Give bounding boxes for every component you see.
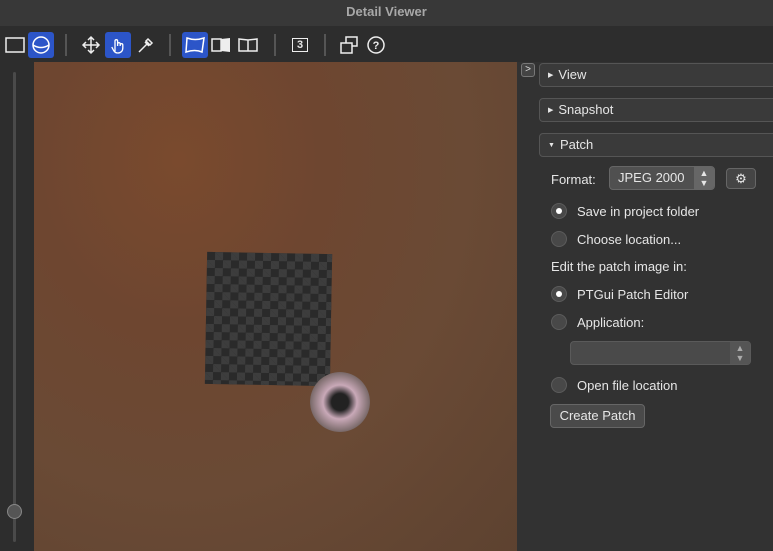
separator xyxy=(324,34,326,56)
flat-projection-icon[interactable] xyxy=(182,32,208,58)
edit-patch-label: Edit the patch image in: xyxy=(551,259,687,274)
application-select[interactable]: ▲ ▼ xyxy=(570,341,751,365)
chevron-updown-icon: ▲ ▼ xyxy=(730,342,750,364)
slider-track[interactable] xyxy=(13,72,16,542)
window-title: Detail Viewer xyxy=(0,0,773,26)
side-panel: > ▶ View ▶ Snapshot ▼ Patch Format: JPEG 20… xyxy=(517,62,773,551)
panorama-image[interactable] xyxy=(34,62,517,551)
svg-text:?: ? xyxy=(373,40,380,52)
section-patch[interactable]: ▼ Patch xyxy=(539,133,773,157)
slider-thumb[interactable] xyxy=(7,504,22,519)
format-settings-button[interactable]: ⚙ xyxy=(726,168,756,189)
toolbar: 3 ? xyxy=(0,26,773,62)
open-file-location-label: Open file location xyxy=(577,378,678,393)
format-label: Format: xyxy=(551,172,596,187)
move-icon[interactable] xyxy=(78,32,104,58)
collapse-panel-button[interactable]: > xyxy=(521,63,535,77)
choose-location-label: Choose location... xyxy=(577,232,682,247)
hand-icon[interactable] xyxy=(105,32,131,58)
windows-icon[interactable] xyxy=(336,32,362,58)
section-view[interactable]: ▶ View xyxy=(539,63,773,87)
separator xyxy=(169,34,171,56)
rectangle-view-icon[interactable] xyxy=(2,32,28,58)
chevron-updown-icon: ▲ ▼ xyxy=(694,167,714,189)
book-projection-icon[interactable] xyxy=(235,32,261,58)
zoom-slider[interactable] xyxy=(0,62,34,551)
eyedropper-icon[interactable] xyxy=(133,32,159,58)
application-label: Application: xyxy=(577,315,645,330)
create-patch-button[interactable]: Create Patch xyxy=(550,404,645,428)
disclosure-right-icon: ▶ xyxy=(548,106,554,114)
separator xyxy=(65,34,67,56)
save-in-project-radio[interactable] xyxy=(551,203,567,219)
ptgui-editor-label: PTGui Patch Editor xyxy=(577,287,689,302)
disclosure-right-icon: ▶ xyxy=(548,71,554,79)
three-badge-icon[interactable]: 3 xyxy=(287,32,313,58)
save-in-project-label: Save in project folder xyxy=(577,204,700,219)
help-icon[interactable]: ? xyxy=(363,32,389,58)
separator xyxy=(274,34,276,56)
choose-location-radio[interactable] xyxy=(551,231,567,247)
patch-area[interactable] xyxy=(204,251,333,387)
person xyxy=(310,372,370,432)
sphere-view-icon[interactable] xyxy=(28,32,54,58)
open-file-location-radio[interactable] xyxy=(551,377,567,393)
gear-icon: ⚙ xyxy=(735,171,747,186)
application-radio[interactable] xyxy=(551,314,567,330)
disclosure-down-icon: ▼ xyxy=(548,141,555,149)
half-projection-icon[interactable] xyxy=(208,32,234,58)
section-snapshot[interactable]: ▶ Snapshot xyxy=(539,98,773,122)
ptgui-editor-radio[interactable] xyxy=(551,286,567,302)
format-select[interactable]: JPEG 2000 ▲ ▼ xyxy=(609,166,715,190)
